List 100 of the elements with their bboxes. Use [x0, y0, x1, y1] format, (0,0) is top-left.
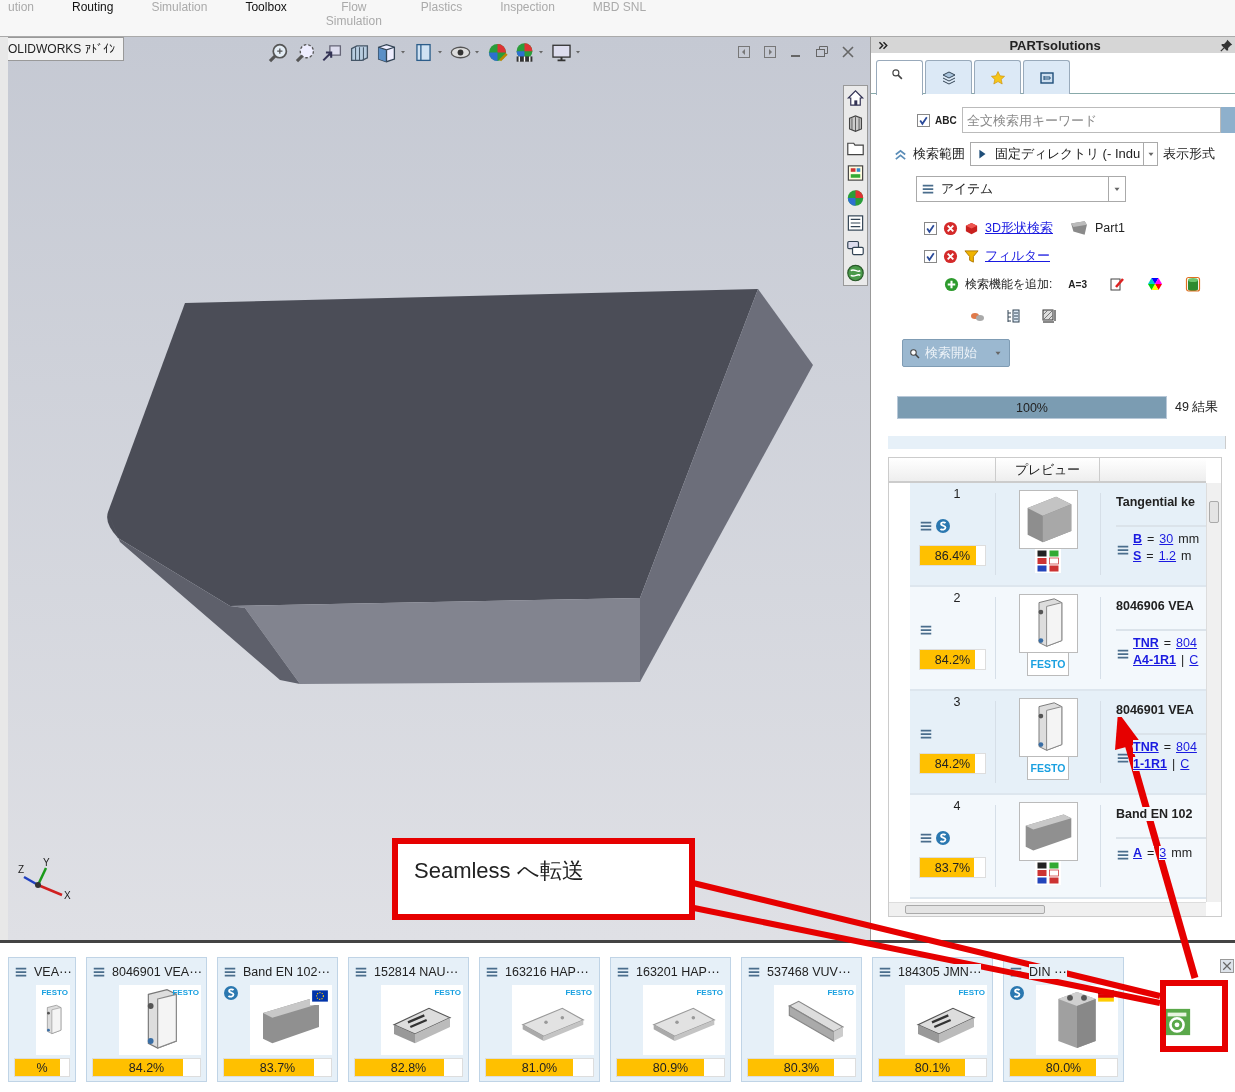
- remove-icon[interactable]: [943, 248, 958, 264]
- panel-tab[interactable]: [925, 60, 972, 94]
- horizontal-scrollbar[interactable]: [889, 902, 1206, 916]
- parts-icon[interactable]: [846, 113, 865, 133]
- criteria-link[interactable]: フィルター: [985, 247, 1050, 265]
- appearance-icon[interactable]: [486, 41, 508, 63]
- property-link[interactable]: C: [1180, 757, 1190, 771]
- result-card[interactable]: 152814 NAU⋯ FESTO 82.8%: [348, 957, 469, 1082]
- property-link[interactable]: A: [1133, 846, 1143, 860]
- brand-logo: FESTO: [41, 987, 68, 997]
- property-link[interactable]: TNR: [1133, 740, 1159, 754]
- magnifier-icon[interactable]: [267, 41, 289, 63]
- pin-icon[interactable]: [1220, 38, 1233, 52]
- result-row[interactable]: 4 83.7% Band EN 102 A = 3 mm: [910, 795, 1207, 899]
- property-link[interactable]: C: [1189, 653, 1199, 667]
- property-link[interactable]: 804: [1176, 636, 1197, 650]
- checkbox[interactable]: [917, 113, 930, 127]
- brand-logo: FESTO: [1027, 652, 1069, 676]
- result-card[interactable]: Band EN 102⋯ 83.7%: [217, 957, 338, 1082]
- part-icon: [1069, 219, 1089, 237]
- dimension-icon[interactable]: [1041, 308, 1057, 324]
- result-row[interactable]: 2 84.2% FESTO 8046906 VEA TNR = 804 A4-1R1 | C: [910, 587, 1207, 691]
- close-icon[interactable]: [840, 44, 856, 60]
- result-count: 49 結果: [1175, 399, 1219, 416]
- formula-button[interactable]: A=3: [1068, 278, 1087, 290]
- color-wheel-icon[interactable]: [1146, 276, 1163, 292]
- result-card[interactable]: VEA⋯ FESTO %: [8, 957, 76, 1082]
- flags-icon: [1035, 861, 1061, 885]
- ribbon-tab[interactable]: Routing: [72, 0, 114, 14]
- remove-icon[interactable]: [943, 220, 958, 236]
- result-card[interactable]: 8046901 VEA⋯ FESTO 84.2%: [86, 957, 207, 1082]
- vertical-scrollbar[interactable]: [1206, 483, 1221, 902]
- color-ball-icon[interactable]: [846, 188, 865, 208]
- result-card[interactable]: DIN ⋯ 80.0%: [1003, 957, 1124, 1082]
- axis-label: Y: [43, 857, 50, 868]
- brand-logo: FESTO: [565, 987, 592, 997]
- property-link[interactable]: 3: [1159, 846, 1167, 860]
- checkbox[interactable]: [924, 221, 937, 235]
- layers-icon: [940, 69, 957, 86]
- property-link[interactable]: 1-1R1: [1133, 757, 1168, 771]
- chat-icon[interactable]: [846, 238, 865, 258]
- property-link[interactable]: S: [1133, 549, 1142, 563]
- pane-left-icon[interactable]: [736, 44, 752, 60]
- result-title: 8046906 VEA: [1116, 599, 1194, 613]
- cylinder-icon[interactable]: [1184, 276, 1201, 292]
- ribbon-tab[interactable]: Toolbox: [245, 0, 287, 14]
- score-text: 81.0%: [521, 1060, 558, 1075]
- scope-dropdown[interactable]: 固定ディレクトリ (- Indu: [970, 142, 1158, 166]
- property-link[interactable]: A4-1R1: [1133, 653, 1177, 667]
- property-link[interactable]: 30: [1159, 532, 1174, 546]
- scope-label: 検索範囲: [913, 145, 965, 163]
- score-text: 83.7%: [259, 1060, 296, 1075]
- palette-icon[interactable]: [846, 163, 865, 183]
- result-card[interactable]: 184305 JMN⋯ FESTO 80.1%: [872, 957, 993, 1082]
- cube-icon: [964, 220, 979, 236]
- panel-tab[interactable]: [1023, 60, 1070, 94]
- tree-icon[interactable]: [1005, 308, 1021, 324]
- home-icon[interactable]: [846, 88, 865, 108]
- checkbox[interactable]: [924, 249, 937, 263]
- globe-icon[interactable]: [846, 263, 865, 283]
- part-name: Part1: [1095, 221, 1125, 235]
- list-icon[interactable]: [846, 213, 865, 233]
- filter-icon: [964, 248, 979, 264]
- scrollbar-thumb[interactable]: [1209, 501, 1219, 523]
- axis-label: Z: [18, 864, 25, 875]
- view-cube-icon[interactable]: [375, 41, 397, 63]
- progress-text: 100%: [1016, 400, 1048, 415]
- axis-triad-drawing: [23, 867, 63, 897]
- result-row[interactable]: 3 84.2% FESTO 8046901 VEA TNR = 804 1-1R1 | C: [910, 691, 1207, 795]
- menu-icon[interactable]: [1116, 848, 1130, 862]
- scrollbar-thumb[interactable]: [905, 905, 1045, 914]
- property-link[interactable]: 804: [1176, 740, 1197, 754]
- keyword-field[interactable]: 全文検索用キーワード: [961, 107, 1221, 133]
- view-mode-dropdown[interactable]: アイテム: [916, 176, 1126, 202]
- result-card[interactable]: 537468 VUV⋯ FESTO 80.3%: [741, 957, 862, 1082]
- viewport-tab[interactable]: OLIDWORKS ｱﾄﾞｲﾝ: [8, 37, 124, 61]
- result-card[interactable]: 163201 HAP⋯ FESTO 80.9%: [610, 957, 731, 1082]
- star-icon: [989, 69, 1006, 86]
- criteria-link[interactable]: 3D形状検索: [985, 219, 1053, 237]
- brand-logo: FESTO: [958, 987, 985, 997]
- brand-logo: FESTO: [827, 987, 854, 997]
- callout-text: Seamless へ転送: [414, 858, 584, 883]
- panel-tab[interactable]: [876, 60, 923, 95]
- score-text: 84.2%: [934, 652, 971, 667]
- property-link[interactable]: B: [1133, 532, 1143, 546]
- add-icon[interactable]: [944, 276, 959, 292]
- score-text: 80.1%: [914, 1060, 951, 1075]
- brand-logo: FESTO: [1027, 756, 1069, 780]
- rank-number: 4: [953, 799, 961, 813]
- edit-icon[interactable]: [1108, 276, 1125, 292]
- property-link[interactable]: 1.2: [1158, 549, 1177, 563]
- result-card[interactable]: 163216 HAP⋯ FESTO 81.0%: [479, 957, 600, 1082]
- property-link[interactable]: TNR: [1133, 636, 1159, 650]
- pane-right-icon[interactable]: [762, 44, 778, 60]
- result-row[interactable]: 1 86.4% Tangential ke B = 30 mm S = 1.2 m: [910, 483, 1207, 587]
- abc-label: ABC: [935, 114, 957, 126]
- add-function-label: 検索機能を追加:: [965, 275, 1053, 293]
- zoom-area-icon[interactable]: [294, 41, 316, 63]
- restore-icon[interactable]: [814, 44, 830, 60]
- close-button[interactable]: [1220, 959, 1234, 973]
